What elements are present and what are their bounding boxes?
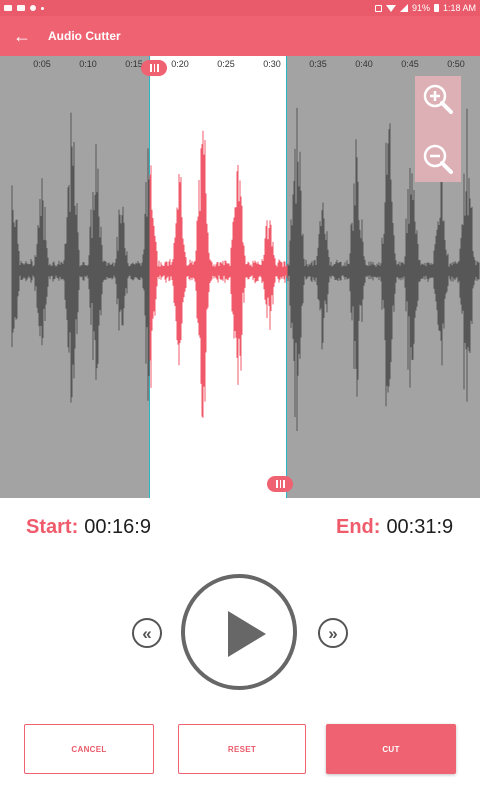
reset-button[interactable]: RESET [178,724,306,774]
cancel-button[interactable]: CANCEL [24,724,154,774]
audio-cutter-screen: 91% 1:18 AM ← Audio Cutter 0:05 0:10 0:15 0… [0,0,480,800]
fast-forward-icon: » [328,623,338,643]
rewind-icon: « [142,623,152,643]
waveform-area[interactable]: 0:05 0:10 0:15 0:20 0:25 0:30 0:35 0:40 0:45 0:50 [0,56,480,498]
status-right-icons: 91% 1:18 AM [374,3,476,13]
video-icon [4,5,12,11]
waveform-graph [11,107,480,431]
status-left-icons [4,5,44,11]
app-bar: ← Audio Cutter [0,16,480,56]
battery-icon [433,4,439,12]
start-handle[interactable] [141,60,168,76]
app-title: Audio Cutter [48,29,121,43]
end-label: End: [336,516,381,538]
tick-label: 0:45 [401,59,419,69]
start-label: Start: [26,516,79,538]
zoom-in-button[interactable] [423,84,453,114]
status-bar: 91% 1:18 AM [0,0,480,16]
cast-icon [374,4,382,12]
zoom-out-button[interactable] [423,144,453,174]
tick-label: 0:40 [355,59,373,69]
battery-percent: 91% [411,3,430,13]
signal-icon [399,4,408,12]
tick-label: 0:20 [171,59,189,69]
end-value: 00:31:9 [386,516,454,538]
dot-icon [41,6,44,10]
tick-label: 0:35 [309,59,327,69]
rewind-button[interactable]: « [132,618,162,648]
clock: 1:18 AM [442,3,476,13]
zoom-out-icon [423,144,453,174]
wifi-icon [385,4,396,12]
play-button[interactable] [181,574,297,690]
start-time: Start: 00:16:9 [26,516,151,539]
tick-label: 0:15 [125,59,143,69]
start-value: 00:16:9 [84,516,151,538]
tick-label: 0:05 [33,59,51,69]
zoom-panel [415,76,461,182]
end-time: End: 00:31:9 [336,516,453,539]
play-icon [228,611,266,657]
end-handle[interactable] [267,476,294,492]
zoom-in-icon [423,84,453,114]
tick-label: 0:25 [217,59,235,69]
tick-label: 0:30 [263,59,281,69]
message-icon [17,5,25,11]
shield-icon [30,5,36,11]
back-button[interactable]: ← [0,16,44,56]
tick-label: 0:10 [79,59,97,69]
arrow-left-icon: ← [13,25,31,46]
tick-label: 0:50 [447,59,465,69]
fast-forward-button[interactable]: » [318,618,348,648]
cut-button[interactable]: CUT [326,724,456,774]
